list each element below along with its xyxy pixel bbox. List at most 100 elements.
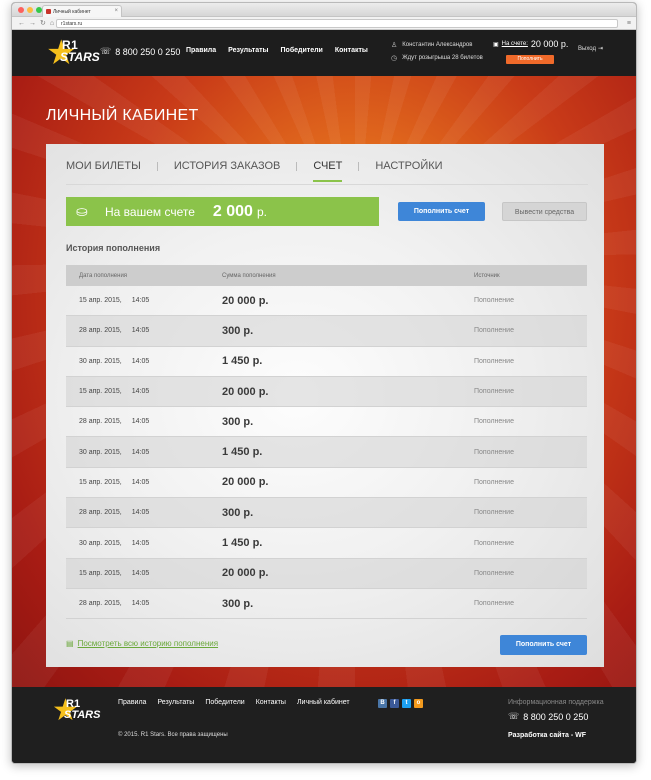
row-date: 28 апр. 2015, 14:05	[66, 418, 222, 425]
tab-account[interactable]: СЧЕТ	[313, 160, 342, 182]
logout-button[interactable]: Выход ⇥	[578, 45, 603, 53]
row-source: Пополнение	[474, 539, 514, 547]
header-topup-button[interactable]: Пополнить	[506, 55, 554, 64]
close-window-icon[interactable]	[18, 7, 24, 13]
odnoklassniki-icon[interactable]: о	[414, 699, 423, 708]
row-date: 15 апр. 2015, 14:05	[66, 388, 222, 395]
row-date: 15 апр. 2015, 14:05	[66, 297, 222, 304]
twitter-icon[interactable]: t	[402, 699, 411, 708]
row-date: 30 апр. 2015, 14:05	[66, 449, 222, 456]
row-source: Пополнение	[474, 448, 514, 456]
tab-settings[interactable]: НАСТРОЙКИ	[375, 160, 442, 172]
table-row: 15 апр. 2015, 14:05 20 000 р. Пополнение	[66, 468, 587, 499]
bottom-topup-button[interactable]: Пополнить счет	[500, 635, 587, 655]
home-icon[interactable]: ⌂	[50, 19, 54, 28]
support-phone: ☏ 8 800 250 0 250	[508, 711, 588, 722]
row-source: Пополнение	[474, 569, 514, 577]
row-date-day: 28 апр. 2015,	[79, 600, 122, 608]
row-amount: 20 000 р.	[222, 567, 269, 580]
topup-button[interactable]: Пополнить счет	[398, 202, 485, 221]
logout-icon: ⇥	[597, 46, 603, 52]
table-row: 15 апр. 2015, 14:05 20 000 р. Пополнение	[66, 558, 587, 589]
developer-credit[interactable]: Разработка сайта - WF	[508, 732, 586, 739]
user-name[interactable]: Константин Александров	[402, 39, 472, 52]
phone-icon: ☏	[508, 711, 520, 721]
footer-nav-contacts[interactable]: Контакты	[256, 699, 286, 706]
row-date-time: 14:05	[131, 388, 150, 396]
row-date-day: 30 апр. 2015,	[79, 539, 122, 547]
row-date: 28 апр. 2015, 14:05	[66, 509, 222, 516]
column-source: Источник	[474, 272, 500, 279]
row-date-time: 14:05	[131, 418, 150, 426]
nav-item-contacts[interactable]: Контакты	[335, 47, 368, 54]
withdraw-button[interactable]: Вывести средства	[502, 202, 587, 221]
main-nav: Правила Результаты Победители Контакты	[186, 47, 368, 54]
row-date-time: 14:05	[131, 478, 150, 486]
row-source: Пополнение	[474, 600, 514, 608]
support-label: Информационная поддержка	[508, 699, 604, 706]
close-tab-icon[interactable]: ×	[114, 8, 118, 14]
row-date: 15 апр. 2015, 14:05	[66, 570, 222, 577]
minimize-window-icon[interactable]	[27, 7, 33, 13]
user-icon: ♙	[391, 42, 398, 49]
row-date-day: 15 апр. 2015,	[79, 297, 122, 305]
row-source: Пополнение	[474, 357, 514, 365]
tab-divider	[358, 161, 360, 171]
tab-divider	[156, 161, 158, 171]
nav-item-rules[interactable]: Правила	[186, 47, 216, 54]
row-date-day: 15 апр. 2015,	[79, 569, 122, 577]
nav-item-results[interactable]: Результаты	[228, 47, 268, 54]
row-amount: 20 000 р.	[222, 476, 269, 489]
back-arrow-icon[interactable]: ←	[18, 19, 25, 28]
forward-arrow-icon[interactable]: →	[29, 19, 36, 28]
balance-bar-amount: 2 000	[212, 202, 253, 220]
footer-nav-rules[interactable]: Правила	[118, 699, 146, 706]
site-logo[interactable]: ★ R1 STARS	[46, 36, 100, 70]
tab-title: Личный кабинет	[53, 9, 91, 15]
browser-menu-icon[interactable]: ≡	[627, 19, 631, 28]
logout-label: Выход	[578, 45, 596, 52]
url-input[interactable]: r1stars.ru	[56, 19, 618, 28]
clock-icon: ◷	[391, 55, 398, 62]
table-row: 28 апр. 2015, 14:05 300 р. Пополнение	[66, 498, 587, 529]
tab-order-history[interactable]: ИСТОРИЯ ЗАКАЗОВ	[174, 160, 281, 172]
column-date: Дата пополнения	[79, 272, 128, 279]
row-amount: 1 450 р.	[222, 537, 263, 550]
tab-my-tickets[interactable]: МОИ БИЛЕТЫ	[66, 160, 141, 172]
row-amount: 1 450 р.	[222, 355, 263, 368]
user-info: ♙ Константин Александров ◷ Ждут розыгрыша …	[391, 39, 483, 65]
row-source: Пополнение	[474, 478, 514, 486]
footer-nav-account[interactable]: Личный кабинет	[297, 699, 350, 706]
nav-item-winners[interactable]: Победители	[281, 47, 323, 54]
money-bag-icon: ⛀	[76, 203, 88, 219]
address-bar: ← → ↻ ⌂ r1stars.ru ≡	[12, 17, 636, 30]
browser-tab[interactable]: Личный кабинет ×	[42, 5, 122, 17]
balance-bar-label: На вашем счете	[105, 204, 195, 219]
balance-bar-currency: р.	[256, 204, 267, 219]
row-date-day: 28 апр. 2015,	[79, 327, 122, 335]
table-row: 30 апр. 2015, 14:05 1 450 р. Пополнение	[66, 528, 587, 559]
row-date: 30 апр. 2015, 14:05	[66, 358, 222, 365]
row-amount: 300 р.	[222, 597, 254, 610]
footer-logo[interactable]: ★ R1 STARS	[52, 696, 102, 726]
footer-nav-results[interactable]: Результаты	[157, 699, 194, 706]
waiting-tickets[interactable]: Ждут розыгрыша 28 билетов	[402, 52, 483, 65]
table-row: 28 апр. 2015, 14:05 300 р. Пополнение	[66, 407, 587, 438]
reload-icon[interactable]: ↻	[40, 19, 46, 28]
row-date: 28 апр. 2015, 14:05	[66, 600, 222, 607]
site-header: ★ R1 STARS ☏ 8 800 250 0 250 Правила Рез…	[12, 30, 636, 76]
table-row: 30 апр. 2015, 14:05 1 450 р. Пополнение	[66, 437, 587, 468]
view-all-history-link[interactable]: ▤ Посмотреть всю историю пополнения	[66, 639, 218, 648]
row-amount: 300 р.	[222, 415, 254, 428]
balance-label[interactable]: На счете:	[502, 41, 528, 47]
facebook-icon[interactable]: f	[390, 699, 399, 708]
header-phone-number: 8 800 250 0 250	[115, 46, 181, 57]
table-row: 30 апр. 2015, 14:05 1 450 р. Пополнение	[66, 347, 587, 377]
copyright: © 2015. R1 Stars. Все права защищены	[118, 732, 228, 738]
row-date-time: 14:05	[131, 357, 150, 365]
row-amount: 20 000 р.	[222, 294, 269, 307]
vk-icon[interactable]: В	[378, 699, 387, 708]
hero-background: ЛИЧНЫЙ КАБИНЕТ МОИ БИЛЕТЫ ИСТОРИЯ ЗАКАЗО…	[12, 76, 636, 687]
row-date-time: 14:05	[131, 327, 150, 335]
footer-nav-winners[interactable]: Победители	[205, 699, 244, 706]
